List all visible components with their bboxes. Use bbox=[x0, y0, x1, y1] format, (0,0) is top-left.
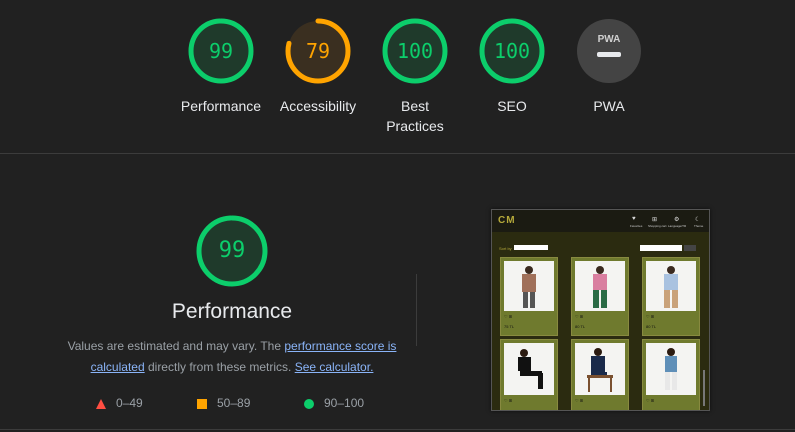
gauge-ring: 100 bbox=[479, 18, 545, 84]
product-actions: ♡ ⊞ bbox=[575, 314, 584, 319]
product-price: 75 TL bbox=[504, 324, 515, 329]
thumb-nav-label: Shopping cart bbox=[648, 224, 667, 228]
gauge-score: 79 bbox=[305, 39, 331, 63]
gauge-score: 99 bbox=[208, 39, 234, 63]
product-actions: ♡ ⊞ bbox=[504, 398, 513, 403]
thumb-product-card: ♡ ⊞ 80 TL bbox=[571, 257, 629, 336]
gauge-seo[interactable]: 100 SEO bbox=[457, 18, 567, 116]
gauge-pwa[interactable]: PWA PWA bbox=[554, 18, 664, 116]
product-photo bbox=[504, 343, 554, 395]
section-divider bbox=[0, 153, 795, 154]
thumb-product-card: ♡ ⊞ bbox=[642, 339, 700, 410]
vertical-divider bbox=[416, 274, 417, 346]
performance-score: 99 bbox=[218, 238, 246, 263]
thumb-product-card: ♡ ⊞ bbox=[571, 339, 629, 410]
gauge-best-practices[interactable]: 100 Best Practices bbox=[360, 18, 470, 136]
final-screenshot-thumbnail[interactable]: CM ♥ ⊞ ⚙ ☾ Favorites Shopping cart Langu… bbox=[491, 209, 710, 411]
gauge-ring: 79 bbox=[285, 18, 351, 84]
moon-icon: ☾ bbox=[695, 217, 701, 223]
gauge-score: 100 bbox=[493, 39, 531, 63]
product-actions: ♡ ⊞ bbox=[504, 314, 513, 319]
bottom-divider bbox=[0, 429, 795, 430]
product-actions: ♡ ⊞ bbox=[646, 314, 655, 319]
product-price: 80 TL bbox=[575, 324, 586, 329]
legend-pass: 90–100 bbox=[304, 395, 364, 411]
thumb-search-button bbox=[684, 245, 696, 251]
cart-icon: ⊞ bbox=[652, 217, 658, 223]
product-actions: ♡ ⊞ bbox=[575, 398, 584, 403]
thumb-sort-label: Sort by bbox=[499, 246, 512, 251]
thumb-product-card: ♡ ⊞ 80 TL bbox=[642, 257, 700, 336]
gauge-ring: 100 bbox=[382, 18, 448, 84]
product-photo bbox=[575, 261, 625, 311]
desc-text: directly from these metrics. bbox=[144, 360, 295, 374]
thumb-logo: CM bbox=[498, 215, 516, 226]
see-calculator-link[interactable]: See calculator. bbox=[295, 360, 374, 374]
gauge-label: PWA bbox=[593, 98, 625, 114]
performance-gauge: 99 bbox=[195, 214, 269, 288]
product-actions: ♡ ⊞ bbox=[646, 398, 655, 403]
legend-range: 90–100 bbox=[324, 396, 365, 410]
product-photo bbox=[575, 343, 625, 395]
legend-range: 0–49 bbox=[116, 396, 143, 410]
gauge-label: Performance bbox=[180, 98, 262, 114]
thumb-nav-label: Language/TR bbox=[668, 224, 687, 228]
thumb-product-card: ♡ ⊞ 75 TL bbox=[500, 257, 558, 336]
circle-icon bbox=[304, 398, 314, 409]
gauge-accessibility[interactable]: 79 Accessibility bbox=[263, 18, 373, 116]
performance-title: Performance bbox=[171, 300, 293, 323]
legend-fail: 0–49 bbox=[96, 395, 143, 411]
square-icon bbox=[197, 398, 207, 409]
heart-icon: ♥ bbox=[632, 216, 636, 222]
gauge-label: SEO bbox=[497, 98, 527, 114]
pwa-badge: PWA bbox=[576, 18, 642, 84]
desc-text: Values are estimated and may vary. The bbox=[67, 339, 285, 353]
thumb-nav-label: Favorites bbox=[630, 224, 643, 228]
gear-icon: ⚙ bbox=[674, 217, 680, 223]
gauge-ring: 99 bbox=[188, 18, 254, 84]
thumb-scrollbar bbox=[703, 370, 705, 406]
thumb-navbar: CM ♥ ⊞ ⚙ ☾ Favorites Shopping cart Langu… bbox=[492, 210, 709, 232]
triangle-icon bbox=[96, 398, 106, 409]
performance-description: Values are estimated and may vary. The p… bbox=[64, 336, 400, 378]
pwa-badge-text: PWA bbox=[598, 34, 621, 45]
gauge-score: 100 bbox=[396, 39, 434, 63]
thumb-sort-select bbox=[514, 245, 548, 250]
thumb-product-card: ♡ ⊞ bbox=[500, 339, 558, 410]
gauge-label: Best Practices bbox=[386, 98, 444, 134]
legend-average: 50–89 bbox=[197, 395, 250, 411]
product-photo bbox=[646, 261, 696, 311]
product-price: 80 TL bbox=[646, 324, 657, 329]
gauge-performance[interactable]: 99 Performance bbox=[166, 18, 276, 116]
thumb-nav-label: Theme bbox=[694, 224, 704, 228]
category-scores: 99 Performance 79 Accessibility 100 Best… bbox=[0, 0, 795, 154]
legend-range: 50–89 bbox=[217, 396, 251, 410]
product-photo bbox=[646, 343, 696, 395]
product-photo bbox=[504, 261, 554, 311]
gauge-label: Accessibility bbox=[279, 98, 357, 114]
thumb-search-input bbox=[640, 245, 682, 251]
